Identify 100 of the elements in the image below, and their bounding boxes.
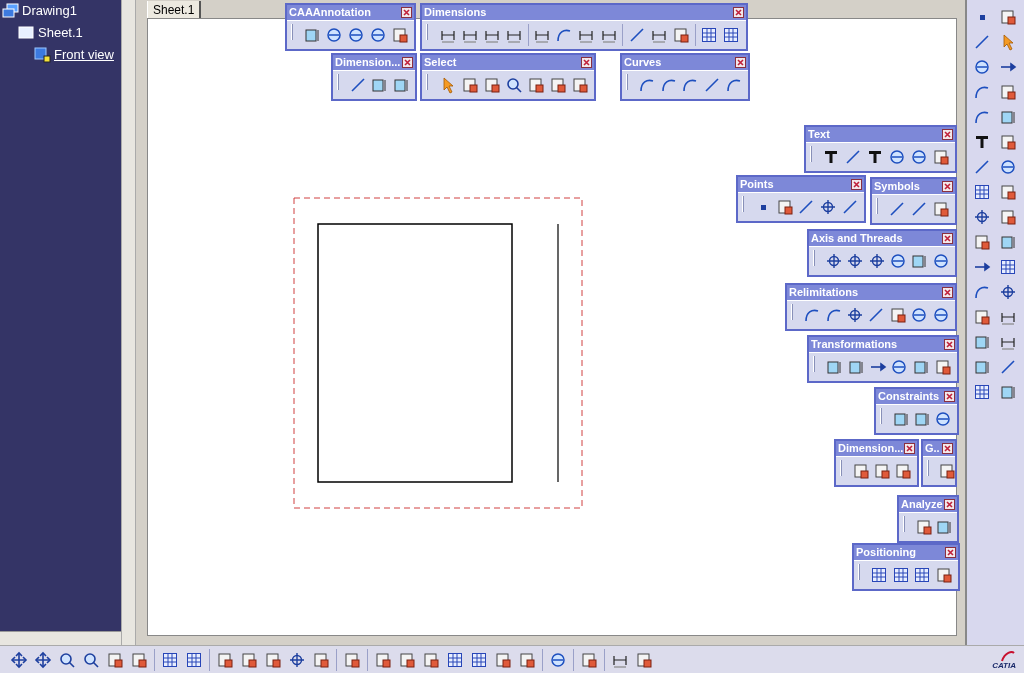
toolbar-title: Transformations	[811, 339, 898, 350]
toolbar-title: Constraints	[878, 391, 940, 402]
toolbar-title: Points	[740, 179, 774, 190]
grid-icon	[722, 26, 741, 44]
close-icon	[946, 501, 953, 508]
grid-icon	[870, 566, 889, 584]
document-icon	[398, 650, 416, 669]
document-icon	[264, 650, 282, 669]
circle-icon	[909, 148, 928, 166]
document-icon	[873, 462, 891, 480]
close-button[interactable]	[942, 129, 953, 140]
close-button[interactable]	[944, 499, 955, 510]
circle-icon	[325, 26, 344, 44]
line-icon	[910, 200, 928, 218]
document-icon	[390, 26, 409, 44]
document-icon	[570, 76, 589, 94]
frame-icon	[391, 76, 410, 94]
close-button[interactable]	[944, 339, 955, 350]
magnifier-icon	[82, 650, 100, 669]
frame-icon	[370, 76, 389, 94]
close-icon	[946, 393, 953, 400]
document-icon	[933, 358, 952, 376]
close-icon	[735, 9, 742, 16]
document-icon	[938, 462, 956, 480]
grid-icon	[913, 566, 932, 584]
text-icon	[973, 133, 991, 151]
horizontal-scrollbar[interactable]	[0, 631, 121, 645]
close-button[interactable]	[851, 179, 862, 190]
circle-icon	[347, 26, 365, 44]
document-icon	[931, 148, 950, 166]
frame-icon	[934, 518, 953, 536]
close-button[interactable]	[942, 233, 953, 244]
frame-icon	[973, 333, 991, 351]
tree-item[interactable]: Drawing1	[22, 1, 77, 21]
document-icon	[635, 650, 653, 669]
close-button[interactable]	[735, 57, 746, 68]
toolbar-title: Select	[424, 57, 457, 68]
toolbar-title: Curves	[624, 57, 662, 68]
document-icon	[973, 233, 991, 251]
point-icon	[979, 14, 985, 20]
circle-icon	[931, 306, 950, 324]
grid-icon	[446, 650, 464, 669]
move-icon	[34, 650, 52, 669]
toolbar-title: Symbols	[874, 181, 920, 192]
document-icon	[973, 308, 991, 326]
line-icon	[999, 358, 1017, 376]
circle-icon	[973, 58, 991, 76]
close-button[interactable]	[904, 443, 915, 454]
frame-icon	[999, 108, 1017, 126]
close-button[interactable]	[581, 57, 592, 68]
tree-item[interactable]: Sheet.1	[38, 23, 83, 43]
document-icon	[526, 76, 545, 94]
move-icon	[10, 650, 28, 669]
close-icon	[946, 341, 953, 348]
close-icon	[853, 181, 860, 188]
document-icon	[999, 8, 1017, 26]
grid-icon	[470, 650, 488, 669]
tree-item[interactable]: Front view	[54, 45, 114, 65]
magnifier-icon	[504, 76, 523, 94]
crosshair-icon	[973, 208, 991, 226]
close-button[interactable]	[944, 391, 955, 402]
crosshair-icon	[846, 306, 865, 324]
close-button[interactable]	[942, 443, 953, 454]
close-icon	[944, 131, 951, 138]
line-icon	[703, 76, 722, 94]
circle-icon	[890, 358, 909, 376]
document-icon	[482, 76, 501, 94]
document-icon	[894, 462, 912, 480]
close-button[interactable]	[402, 57, 413, 68]
document-icon	[888, 306, 907, 324]
circle-icon	[887, 148, 906, 166]
frame-icon	[892, 410, 910, 428]
close-icon	[403, 9, 410, 16]
close-icon	[737, 59, 744, 66]
line-icon	[844, 148, 863, 166]
close-button[interactable]	[945, 547, 956, 558]
toolbar-title: G..	[925, 443, 940, 454]
document-icon	[216, 650, 234, 669]
sheet-tab[interactable]: Sheet.1	[147, 1, 202, 18]
close-button[interactable]	[942, 287, 953, 298]
crosshair-icon	[825, 252, 844, 270]
close-button[interactable]	[733, 7, 744, 18]
document-icon	[672, 26, 691, 44]
document-icon	[548, 76, 567, 94]
close-button[interactable]	[942, 181, 953, 192]
crosshair-icon	[999, 283, 1017, 301]
close-icon	[583, 59, 590, 66]
close-icon	[404, 59, 411, 66]
frame-icon	[913, 410, 931, 428]
close-button[interactable]	[401, 7, 412, 18]
line-icon	[973, 33, 991, 51]
vertical-scrollbar[interactable]	[121, 0, 136, 645]
line-icon	[867, 306, 886, 324]
document-icon	[312, 650, 330, 669]
toolbar-title: Text	[808, 129, 830, 140]
close-icon	[947, 549, 954, 556]
grid-icon	[973, 183, 991, 201]
frame-icon	[847, 358, 865, 376]
circle-icon	[368, 26, 387, 44]
stacked-windows-icon	[2, 3, 19, 19]
